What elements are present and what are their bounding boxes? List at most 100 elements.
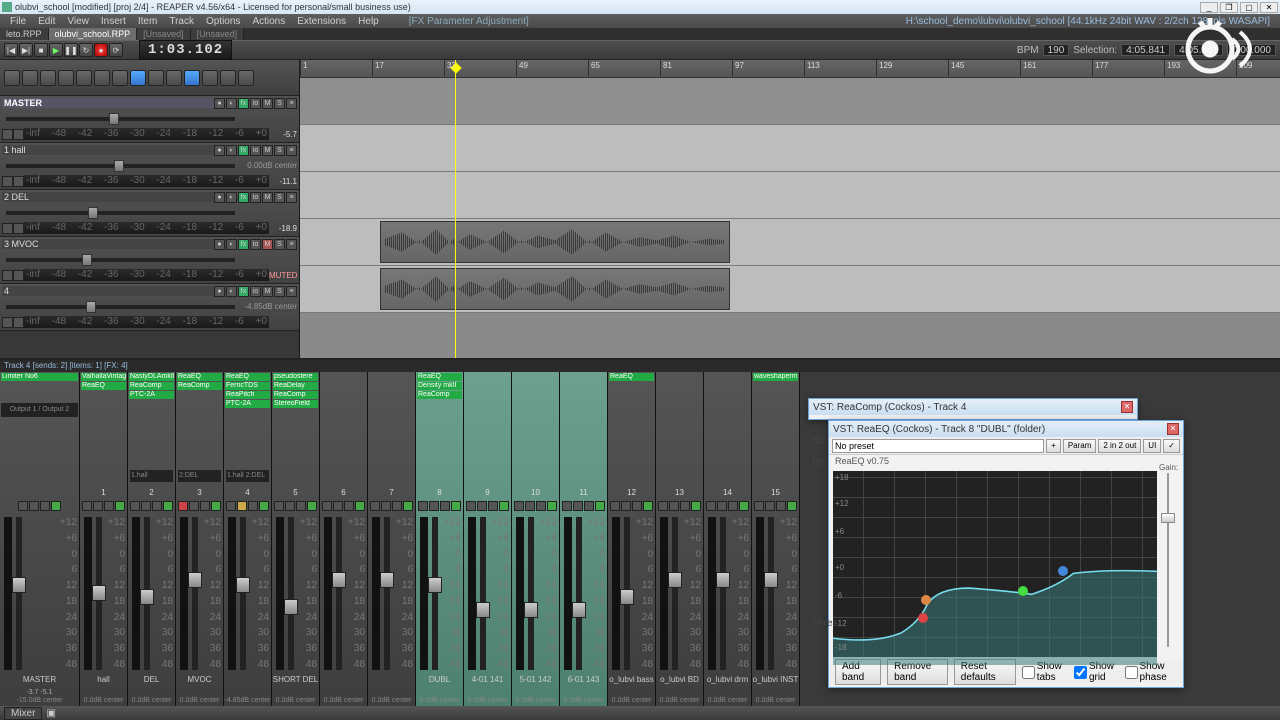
- mixer-btn[interactable]: [632, 501, 642, 511]
- mixer-fx-slot[interactable]: ReaEQ: [81, 382, 126, 390]
- track-io-button[interactable]: io: [250, 145, 261, 156]
- timeline-ruler[interactable]: 1173349658197113129145161177193209: [300, 60, 1280, 78]
- track-recarm-button[interactable]: ●: [214, 192, 225, 203]
- track-env-button[interactable]: ≡: [286, 239, 297, 250]
- menu-insert[interactable]: Insert: [95, 16, 132, 27]
- transport-play-button[interactable]: ▶: [49, 43, 63, 57]
- track-volume-fader[interactable]: [6, 305, 235, 309]
- mixer-fx-slot[interactable]: ValhallaVintage: [81, 373, 126, 381]
- mixer-fx-button[interactable]: [643, 501, 653, 511]
- mixer-track-strip[interactable]: ValhallaVintageReaEQ1+12+606121824303648…: [80, 372, 128, 706]
- mixer-fx-slot[interactable]: PTC-2A: [225, 400, 270, 408]
- mixer-fader[interactable]: [144, 517, 150, 670]
- mixer-fx-slot[interactable]: Density mkII: [417, 382, 462, 390]
- project-tab[interactable]: leto.RPP: [0, 28, 49, 40]
- mixer-send[interactable]: 1.hall 2:DEL: [226, 470, 269, 482]
- mixer-fx-slot[interactable]: ReaComp: [177, 382, 222, 390]
- mixer-track-strip[interactable]: 11+12+6061218243036486-01 1430.0dB cente…: [560, 372, 608, 706]
- project-tab[interactable]: [Unsaved]: [191, 28, 245, 40]
- menu-extensions[interactable]: Extensions: [291, 16, 352, 27]
- media-item[interactable]: [380, 268, 730, 310]
- media-item[interactable]: [380, 221, 730, 263]
- mixer-toggle-button[interactable]: Mixer: [4, 707, 42, 720]
- mixer-btn[interactable]: [152, 501, 162, 511]
- mixer-fx-button[interactable]: [787, 501, 797, 511]
- track-recarm-button[interactable]: ●: [214, 98, 225, 109]
- mixer-fx-slot[interactable]: FerricTDS: [225, 382, 270, 390]
- mixer-fx-slot[interactable]: ReaEQ: [177, 373, 222, 381]
- track-small-btn[interactable]: [2, 176, 13, 187]
- selection-end[interactable]: 4:05.841: [1174, 44, 1223, 56]
- track-env-button[interactable]: ≡: [286, 192, 297, 203]
- mixer-fader[interactable]: [768, 517, 774, 670]
- close-button[interactable]: ✕: [1260, 2, 1278, 13]
- mixer-btn[interactable]: [440, 501, 450, 511]
- fx-close-button[interactable]: ✕: [1121, 401, 1133, 413]
- mixer-mute-button[interactable]: [562, 501, 572, 511]
- fx-window-reaeq[interactable]: VST: ReaEQ (Cockos) - Track 8 "DUBL" (fo…: [828, 420, 1184, 688]
- mixer-fx-button[interactable]: [595, 501, 605, 511]
- eq-band-point[interactable]: [1018, 586, 1028, 596]
- track-monitor-button[interactable]: ◐: [226, 192, 237, 203]
- track-recarm-button[interactable]: ●: [214, 286, 225, 297]
- mixer-mute-button[interactable]: [274, 501, 284, 511]
- fx-ui-button[interactable]: UI: [1143, 439, 1161, 453]
- mixer-fx-button[interactable]: [451, 501, 461, 511]
- mixer-btn[interactable]: [488, 501, 498, 511]
- mixer-solo-button[interactable]: [525, 501, 535, 511]
- mixer-fx-button[interactable]: [211, 501, 221, 511]
- menu-track[interactable]: Track: [163, 16, 200, 27]
- track-monitor-button[interactable]: ◐: [226, 98, 237, 109]
- track-io-button[interactable]: io: [250, 286, 261, 297]
- track-monitor-button[interactable]: ◐: [226, 239, 237, 250]
- mixer-mute-button[interactable]: [130, 501, 140, 511]
- mixer-fx-button[interactable]: [547, 501, 557, 511]
- mixer-fx-button[interactable]: [691, 501, 701, 511]
- mixer-fx-button[interactable]: [499, 501, 509, 511]
- mixer-solo-button[interactable]: [381, 501, 391, 511]
- track-io-button[interactable]: io: [250, 98, 261, 109]
- mixer-send[interactable]: 2:DEL: [178, 470, 221, 482]
- mixer-fader[interactable]: [672, 517, 678, 670]
- transport-pause-button[interactable]: ❚❚: [64, 43, 78, 57]
- mixer-mute-button[interactable]: [226, 501, 236, 511]
- restore-button[interactable]: ❐: [1220, 2, 1238, 13]
- mixer-fx-button[interactable]: [163, 501, 173, 511]
- track-small-btn[interactable]: [13, 317, 24, 328]
- track-fx-button[interactable]: fx: [238, 145, 249, 156]
- mixer-fader[interactable]: [528, 517, 534, 670]
- track-name[interactable]: 1 hall: [2, 145, 214, 155]
- mixer-fader[interactable]: [384, 517, 390, 670]
- mixer-solo-button[interactable]: [141, 501, 151, 511]
- mixer-btn[interactable]: [248, 501, 258, 511]
- arrange-row[interactable]: [300, 266, 1280, 313]
- fx-window-reacomp[interactable]: VST: ReaComp (Cockos) - Track 4 ✕: [808, 398, 1138, 420]
- track-mute-button[interactable]: M: [262, 192, 273, 203]
- mixer-btn[interactable]: [584, 501, 594, 511]
- transport-stop-button[interactable]: ■: [34, 43, 48, 57]
- track-recarm-button[interactable]: ●: [214, 145, 225, 156]
- toolbar-btn[interactable]: [58, 70, 74, 86]
- mixer-send[interactable]: 1.hall: [130, 470, 173, 482]
- track-volume-fader[interactable]: [6, 211, 235, 215]
- mixer-fx-slot[interactable]: ReaEQ: [609, 373, 654, 381]
- mixer-mute-button[interactable]: [82, 501, 92, 511]
- arrange-row[interactable]: [300, 172, 1280, 219]
- track-small-btn[interactable]: [13, 223, 24, 234]
- mixer-solo-button[interactable]: [765, 501, 775, 511]
- track-volume-fader[interactable]: [6, 258, 235, 262]
- toolbar-btn[interactable]: [202, 70, 218, 86]
- mixer-track-strip[interactable]: ReaEQReaComp2:DEL3+12+606121824303648MVO…: [176, 372, 224, 706]
- transport-repeat-button[interactable]: ⟳: [109, 43, 123, 57]
- mixer-fader[interactable]: [192, 517, 198, 670]
- mixer-fx-slot[interactable]: ReaEQ: [225, 373, 270, 381]
- track-row[interactable]: 4 ●◐fxioMS≡-4.85dB center-inf-48-42-36-3…: [0, 284, 299, 331]
- menu-file[interactable]: File: [4, 16, 32, 27]
- fx-preset-dropdown[interactable]: No preset: [832, 439, 1044, 453]
- track-small-btn[interactable]: [2, 129, 13, 140]
- mixer-fader[interactable]: [432, 517, 438, 670]
- track-env-button[interactable]: ≡: [286, 98, 297, 109]
- mixer-fader[interactable]: [336, 517, 342, 670]
- mixer-fx-button[interactable]: [259, 501, 269, 511]
- mixer-fader[interactable]: [624, 517, 630, 670]
